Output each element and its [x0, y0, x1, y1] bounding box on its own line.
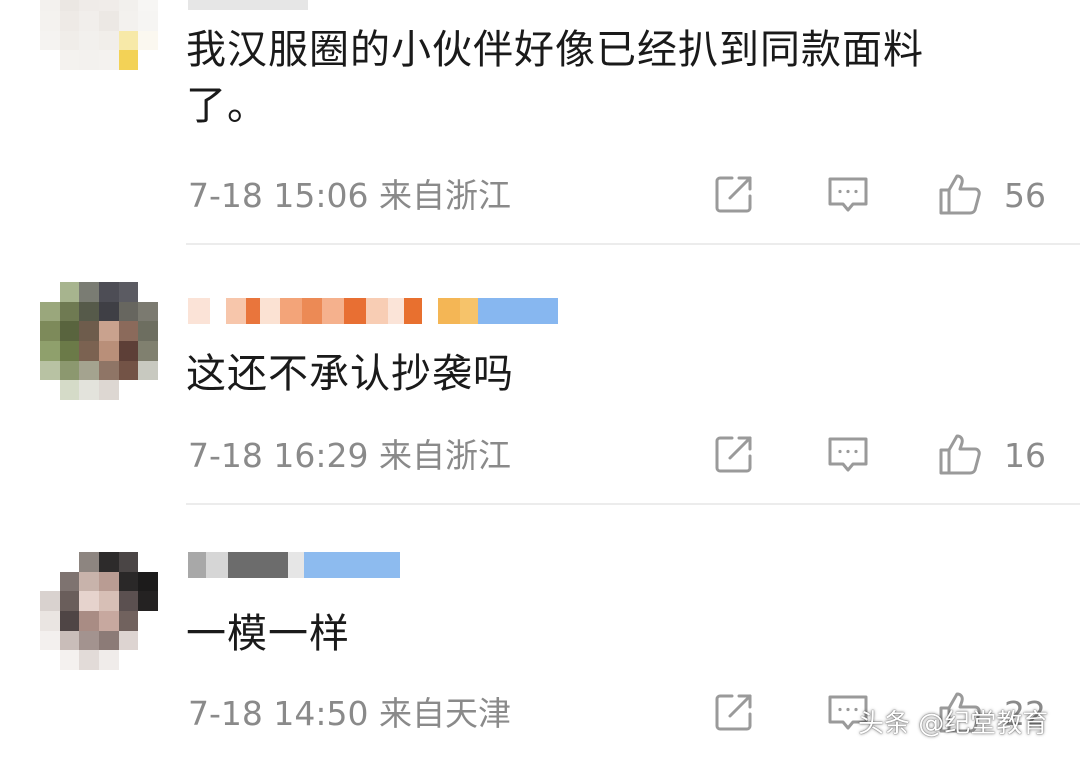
- comment-bubble-icon[interactable]: [826, 432, 870, 476]
- watermark: 头条 @纪堂教育: [858, 709, 1049, 739]
- username-redacted[interactable]: [188, 0, 308, 12]
- share-icon[interactable]: [712, 690, 756, 734]
- thumbs-up-icon[interactable]: [938, 172, 982, 216]
- username-redacted[interactable]: [188, 550, 400, 580]
- avatar[interactable]: [40, 552, 158, 670]
- comment-bubble-icon[interactable]: [826, 172, 870, 216]
- avatar[interactable]: [40, 0, 158, 70]
- comment-text: 我汉服圈的小伙伴好像已经扒到同款面料 了。: [186, 27, 924, 129]
- share-icon[interactable]: [712, 432, 756, 476]
- comment-actions: 56: [0, 172, 1080, 220]
- username-redacted[interactable]: [188, 296, 558, 326]
- divider: [186, 243, 1080, 245]
- divider: [186, 503, 1080, 505]
- share-icon[interactable]: [712, 172, 756, 216]
- thumbs-up-icon[interactable]: [938, 432, 982, 476]
- avatar[interactable]: [40, 282, 158, 400]
- comment-actions: 16: [0, 432, 1080, 480]
- comment-text: 一模一样: [186, 611, 350, 657]
- like-count: 16: [1004, 436, 1046, 475]
- like-count: 56: [1004, 176, 1046, 215]
- comment-text: 这还不承认抄袭吗: [186, 351, 514, 397]
